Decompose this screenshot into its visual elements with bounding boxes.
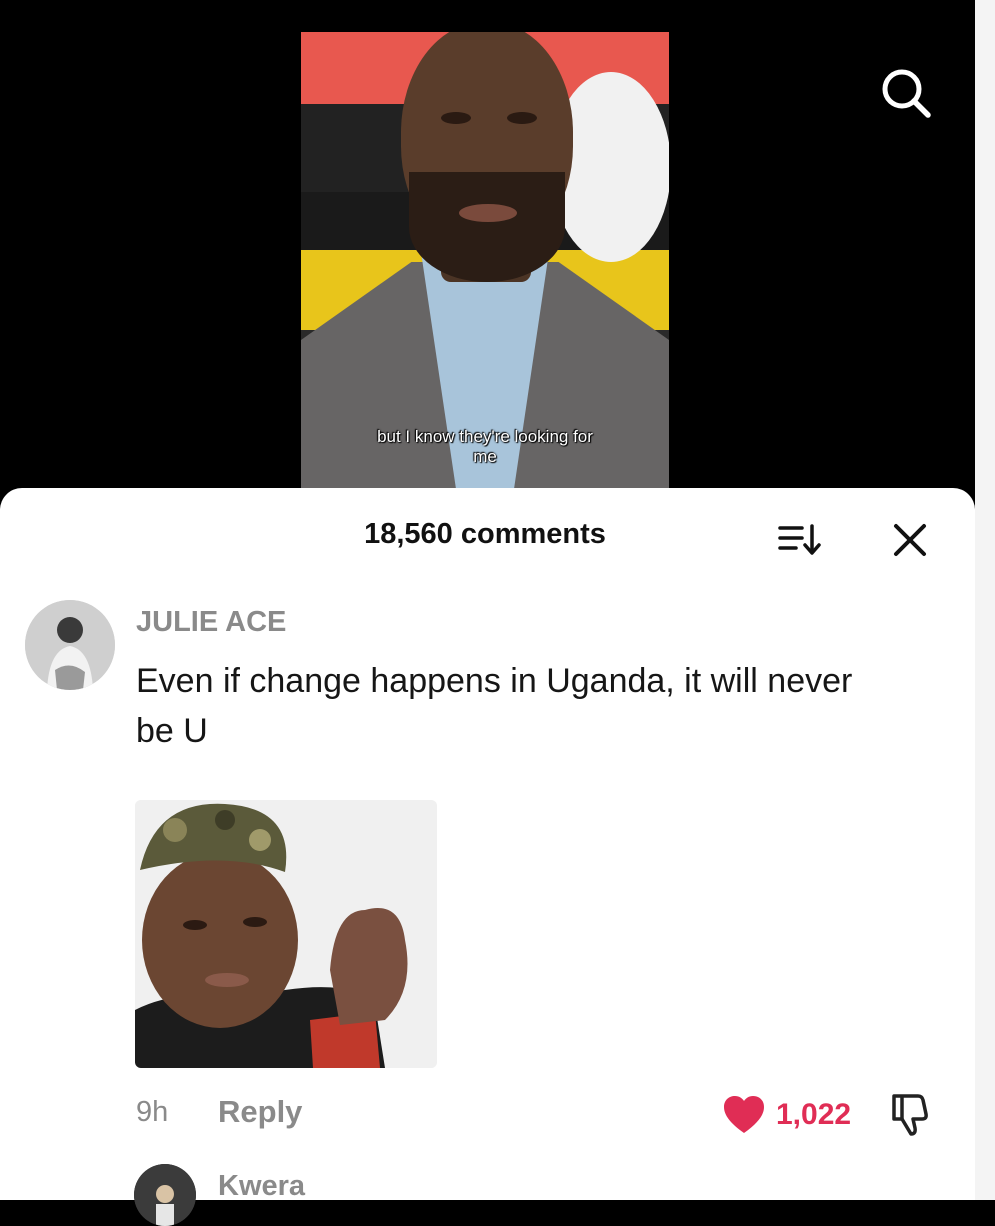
- like-count: 1,022: [776, 1098, 852, 1131]
- person-beard: [409, 172, 565, 282]
- close-button[interactable]: [888, 518, 932, 562]
- person-eye: [507, 112, 537, 124]
- sort-icon: [778, 524, 821, 555]
- dislike-button[interactable]: [888, 1090, 936, 1138]
- search-button[interactable]: [876, 64, 936, 124]
- like-button[interactable]: 1,022: [722, 1092, 858, 1138]
- caption-line: me: [473, 447, 497, 466]
- sticker-person: [135, 800, 437, 1068]
- avatar[interactable]: [25, 600, 115, 690]
- user-photo: [25, 600, 115, 690]
- heart-icon: [724, 1096, 764, 1133]
- sort-button[interactable]: [776, 522, 824, 558]
- video-thumbnail[interactable]: but I know they're looking for me: [301, 32, 669, 500]
- reply-button[interactable]: Reply: [218, 1094, 302, 1130]
- caption-line: but I know they're looking for: [377, 427, 593, 446]
- comment-timestamp: 9h: [136, 1096, 169, 1128]
- comment-username[interactable]: Kwera: [218, 1170, 305, 1203]
- comment-text: Even if change happens in Uganda, it wil…: [136, 662, 853, 750]
- video-caption: but I know they're looking for me: [301, 427, 669, 467]
- thumbs-down-icon: [892, 1094, 928, 1136]
- background-panel: [975, 0, 995, 1200]
- user-photo: [134, 1164, 196, 1226]
- comments-count-title: 18,560 comments: [364, 518, 606, 550]
- search-icon: [882, 69, 931, 118]
- comments-sheet: 18,560 comments JULIE ACE Even if change…: [0, 488, 975, 1226]
- video-player[interactable]: but I know they're looking for me: [0, 0, 995, 500]
- avatar[interactable]: [134, 1164, 196, 1226]
- comment-username[interactable]: JULIE ACE: [136, 606, 286, 639]
- person-mouth: [459, 204, 517, 222]
- person-eye: [441, 112, 471, 124]
- close-icon: [894, 524, 926, 556]
- comment-sticker-image[interactable]: [135, 800, 437, 1068]
